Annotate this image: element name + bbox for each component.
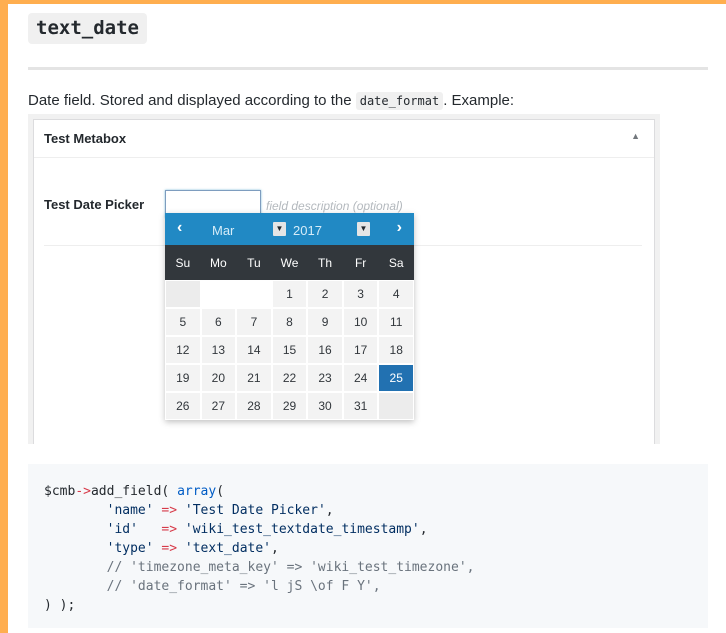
- code-token: 'type': [106, 541, 154, 556]
- code-token: add_field(: [90, 484, 178, 499]
- code-token: ->: [75, 484, 91, 499]
- day-cell[interactable]: 8: [271, 308, 308, 336]
- day-cell[interactable]: 15: [271, 336, 308, 364]
- code-token: =>: [153, 541, 185, 556]
- code-token: // 'timezone_meta_key' => 'wiki_test_tim…: [44, 560, 475, 575]
- day-cell[interactable]: 29: [271, 392, 308, 420]
- datepicker-popup: ‹ Mar ▼ 2017 ▼ › Su Mo Tu We Th Fr Sa 12345678…: [165, 213, 414, 420]
- month-select[interactable]: Mar: [212, 223, 234, 238]
- code-token: =>: [137, 522, 185, 537]
- day-cell[interactable]: 10: [342, 308, 379, 336]
- metabox-header[interactable]: Test Metabox ▲: [34, 120, 654, 158]
- day-cell[interactable]: 11: [378, 308, 414, 336]
- page-frame-top: [0, 0, 726, 4]
- day-cell[interactable]: 30: [307, 392, 343, 420]
- code-token: 'name': [106, 503, 154, 518]
- day-cell[interactable]: 19: [165, 364, 201, 392]
- day-cell[interactable]: 1: [271, 280, 308, 308]
- code-line: 'id' => 'wiki_test_textdate_timestamp',: [44, 520, 692, 539]
- code-token: $cmb: [44, 484, 76, 499]
- day-cell[interactable]: 26: [165, 392, 201, 420]
- day-cell[interactable]: 3: [342, 280, 379, 308]
- code-token: 'wiki_test_textdate_timestamp': [184, 522, 420, 537]
- field-label: Test Date Picker: [44, 197, 145, 212]
- day-cell[interactable]: 23: [307, 364, 343, 392]
- day-cell[interactable]: 18: [378, 336, 414, 364]
- chevron-down-icon[interactable]: ▼: [357, 222, 370, 236]
- day-cell[interactable]: 5: [165, 308, 201, 336]
- page-frame-left: [0, 0, 8, 633]
- heading-divider: [28, 67, 708, 70]
- day-cell[interactable]: 12: [165, 336, 201, 364]
- code-block: $cmb->add_field( array( 'name' => 'Test …: [28, 464, 708, 628]
- code-token: ,: [271, 541, 279, 556]
- code-line: // 'timezone_meta_key' => 'wiki_test_tim…: [44, 558, 692, 577]
- code-line: 'name' => 'Test Date Picker',: [44, 501, 692, 520]
- empty-day-cell: [165, 280, 201, 308]
- triangle-up-icon[interactable]: ▲: [631, 131, 640, 141]
- code-token: 'Test Date Picker': [184, 503, 326, 518]
- day-cell[interactable]: 21: [236, 364, 272, 392]
- weekday-label: Fr: [354, 255, 367, 270]
- day-cell[interactable]: 9: [307, 308, 343, 336]
- day-cell[interactable]: 14: [236, 336, 272, 364]
- day-cell[interactable]: 17: [342, 336, 379, 364]
- code-token: 'id': [106, 522, 138, 537]
- empty-day-cell: [378, 392, 414, 420]
- weekday-header-row: Su Mo Tu We Th Fr Sa: [165, 245, 414, 280]
- day-cell[interactable]: 2: [307, 280, 343, 308]
- intro-text-end: . Example:: [443, 92, 515, 109]
- code-line: 'type' => 'text_date',: [44, 539, 692, 558]
- inline-code: date_format: [355, 92, 444, 110]
- chevron-down-icon[interactable]: ▼: [273, 222, 286, 236]
- code-token: (: [216, 484, 225, 499]
- empty-day-cell: [236, 280, 272, 308]
- empty-day-cell: [200, 280, 237, 308]
- metabox-title: Test Metabox: [44, 131, 127, 146]
- chevron-right-icon[interactable]: ›: [397, 219, 402, 237]
- code-token: array: [177, 484, 217, 499]
- weekday-label: We: [280, 255, 299, 270]
- day-cell[interactable]: 7: [236, 308, 272, 336]
- code-token: =>: [153, 503, 185, 518]
- calendar-days-grid: 1 2 3 4 5 6 7 8 9 10 11 12 13 14 15 16 17 18 19 20 21 22 23 24 2…: [165, 280, 414, 420]
- day-cell[interactable]: 13: [200, 336, 237, 364]
- chevron-left-icon[interactable]: ‹: [177, 219, 182, 237]
- day-cell[interactable]: 25: [378, 364, 414, 392]
- weekday-label: Th: [318, 255, 333, 270]
- day-cell[interactable]: 6: [200, 308, 237, 336]
- weekday-label: Tu: [247, 255, 261, 270]
- code-token: 'text_date': [184, 541, 271, 556]
- year-select[interactable]: 2017: [293, 223, 322, 238]
- intro-text: Date field. Stored and displayed accordi…: [28, 92, 352, 109]
- weekday-label: Sa: [388, 255, 404, 270]
- day-cell[interactable]: 27: [200, 392, 237, 420]
- intro-paragraph: Date field. Stored and displayed accordi…: [28, 92, 515, 110]
- day-cell[interactable]: 20: [200, 364, 237, 392]
- weekday-label: Su: [175, 255, 191, 270]
- code-token: ,: [325, 503, 334, 518]
- day-cell[interactable]: 28: [236, 392, 272, 420]
- code-token: ) );: [44, 598, 76, 613]
- code-line: // 'date_format' => 'l jS \of F Y',: [44, 577, 692, 596]
- day-cell[interactable]: 22: [271, 364, 308, 392]
- code-token: ,: [419, 522, 428, 537]
- field-description: field description (optional): [266, 199, 403, 213]
- code-token: // 'date_format' => 'l jS \of F Y',: [44, 579, 381, 594]
- section-heading: text_date: [28, 13, 147, 44]
- weekday-label: Mo: [210, 255, 227, 270]
- day-cell[interactable]: 24: [342, 364, 379, 392]
- day-cell[interactable]: 16: [307, 336, 343, 364]
- code-line: ) );: [44, 596, 692, 615]
- code-line: $cmb->add_field( array(: [44, 482, 692, 501]
- day-cell[interactable]: 4: [378, 280, 414, 308]
- datepicker-header: ‹ Mar ▼ 2017 ▼ ›: [165, 213, 414, 245]
- day-cell[interactable]: 31: [342, 392, 379, 420]
